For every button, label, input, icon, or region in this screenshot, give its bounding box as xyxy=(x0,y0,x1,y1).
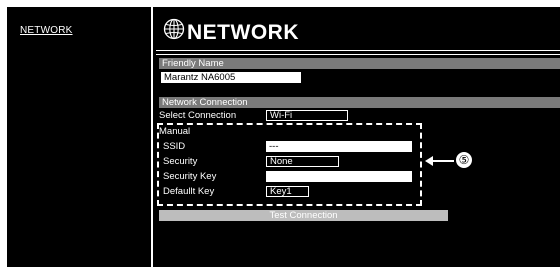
header-rule xyxy=(156,50,560,51)
header-rule xyxy=(156,54,560,55)
screen: NETWORK NETWORK Friendly Name Marantz NA… xyxy=(7,7,560,267)
security-key-field[interactable] xyxy=(266,171,412,182)
friendly-name-header: Friendly Name xyxy=(159,58,560,69)
default-key-field[interactable]: Key1 xyxy=(266,186,309,197)
network-connection-header: Network Connection xyxy=(159,97,560,108)
sidebar-item-network[interactable]: NETWORK xyxy=(20,25,73,36)
manual-label: Manual xyxy=(159,126,191,137)
select-connection-field[interactable]: Wi-Fi xyxy=(266,110,348,121)
globe-icon xyxy=(163,18,185,40)
ssid-field[interactable]: --- xyxy=(266,141,412,152)
security-label: Security xyxy=(163,156,198,167)
sidebar-divider xyxy=(151,7,153,267)
select-connection-label: Select Connection xyxy=(159,110,237,121)
callout-number: ⑤ xyxy=(455,151,473,169)
page-title: NETWORK xyxy=(187,21,299,44)
security-key-label: Security Key xyxy=(163,171,217,182)
default-key-label: Defaullt Key xyxy=(163,186,215,197)
callout-arrow-line xyxy=(432,160,454,162)
ssid-label: SSID xyxy=(163,141,186,152)
test-connection-button[interactable]: Test Connection xyxy=(159,210,448,221)
security-field[interactable]: None xyxy=(266,156,339,167)
friendly-name-field[interactable]: Marantz NA6005 xyxy=(161,72,301,83)
sidebar: NETWORK xyxy=(7,7,150,267)
